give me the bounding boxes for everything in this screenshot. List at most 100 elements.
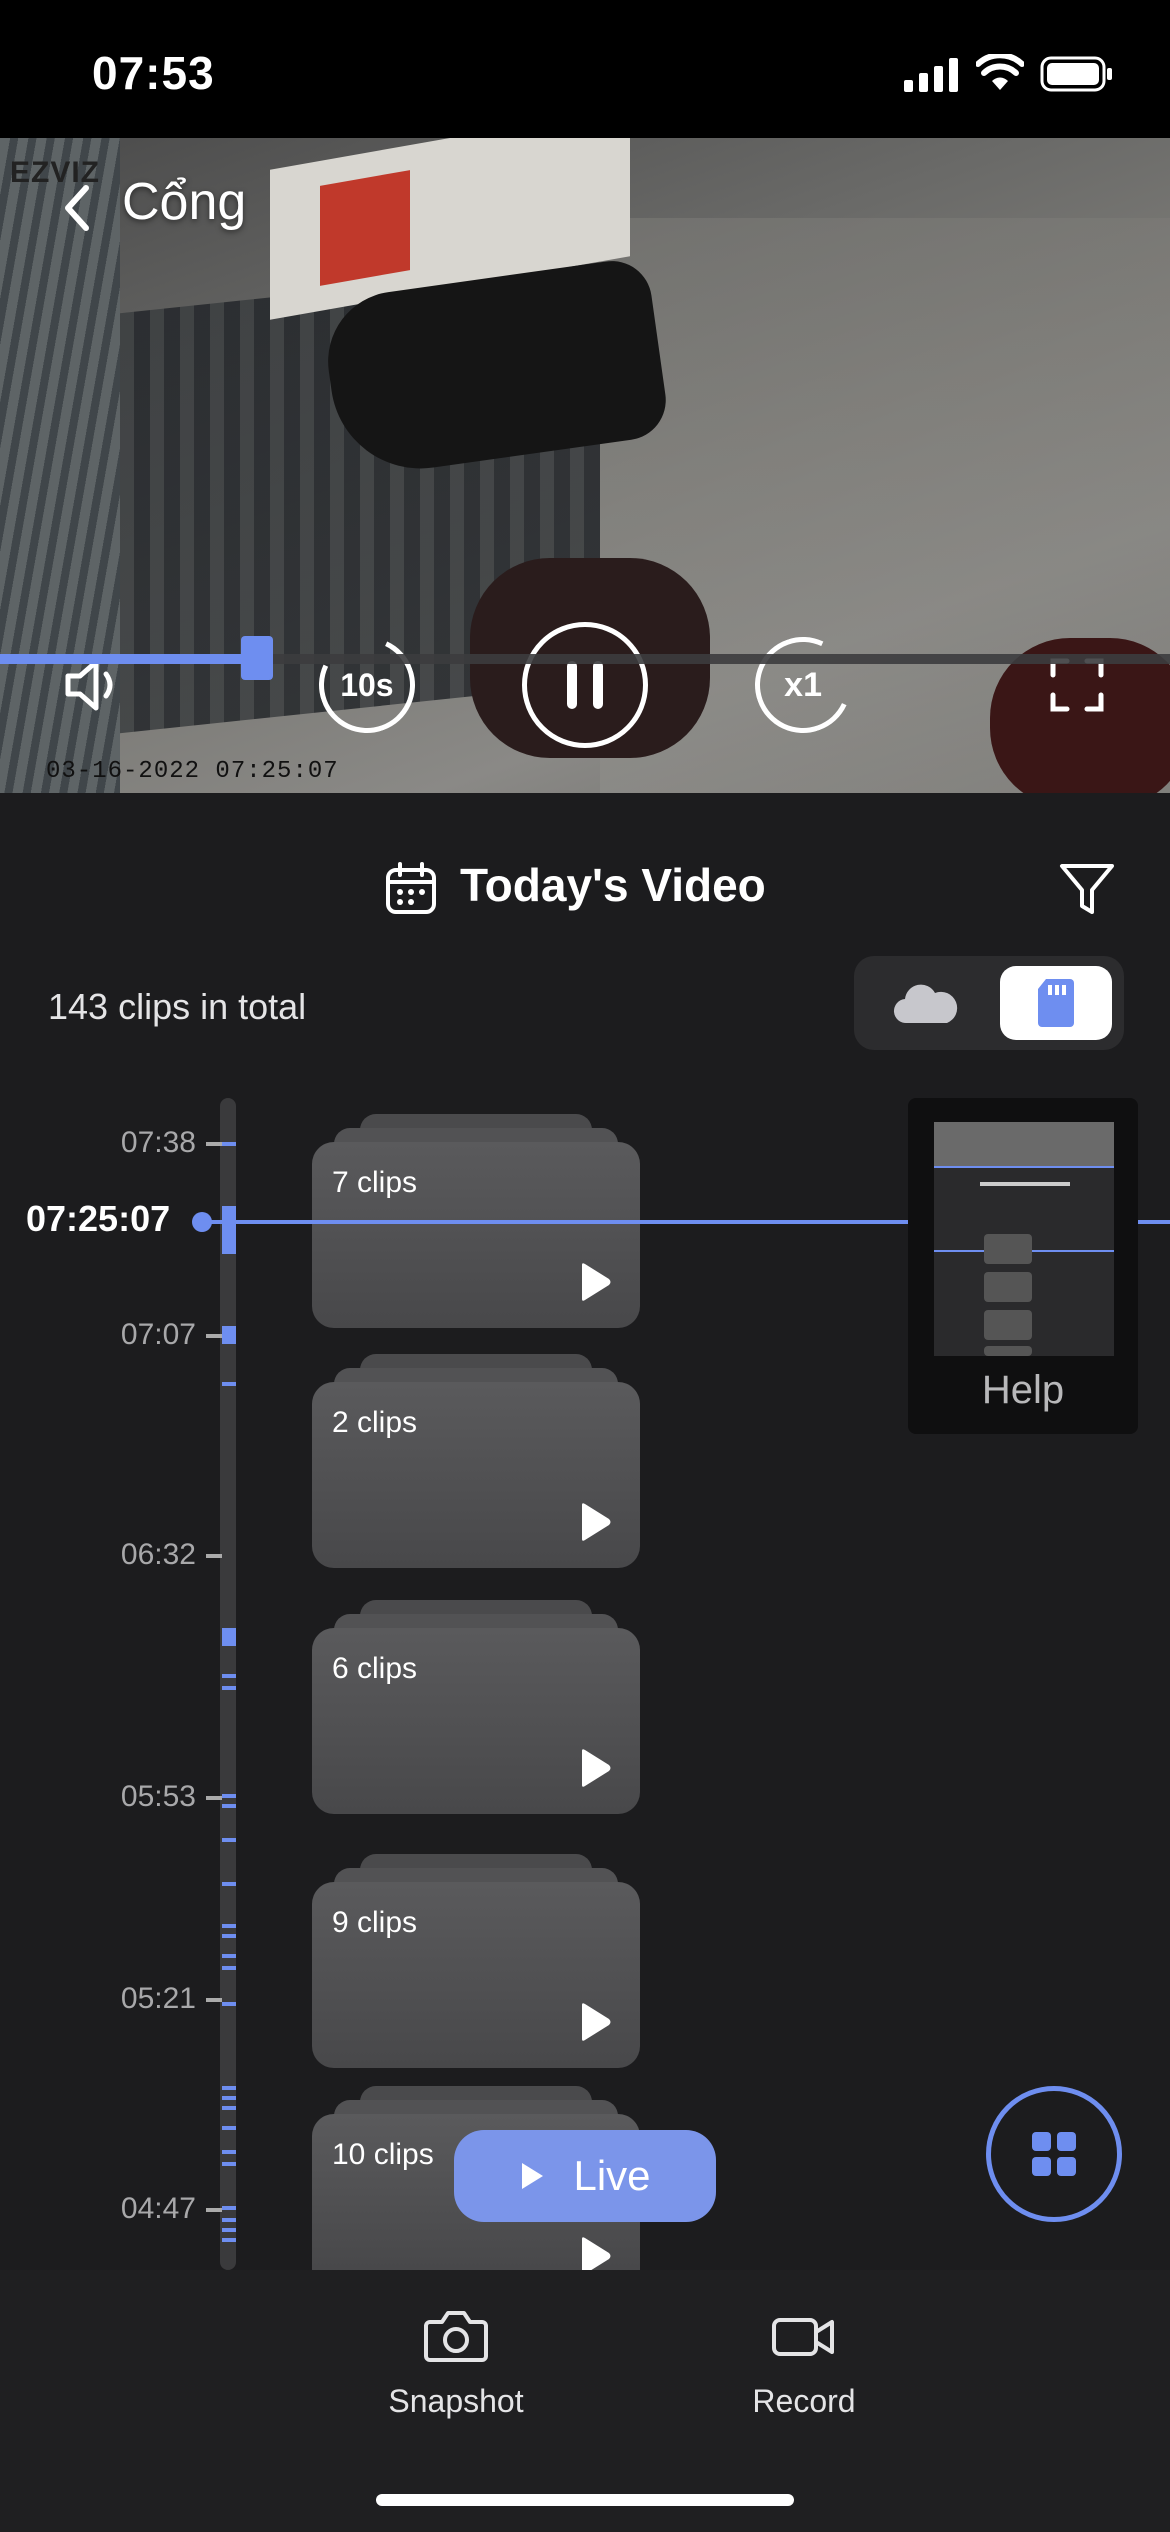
camera-icon bbox=[424, 2311, 488, 2362]
sd-card-icon bbox=[1038, 979, 1074, 1027]
fullscreen-button[interactable] bbox=[1012, 620, 1142, 750]
recording-mark bbox=[222, 2218, 236, 2222]
video-scene-sign-red bbox=[320, 170, 410, 286]
clip-count: 10 clips bbox=[332, 2138, 434, 2171]
current-time-label: 07:25:07 bbox=[26, 1198, 171, 1239]
signal-icon bbox=[904, 58, 958, 92]
snapshot-label: Snapshot bbox=[388, 2383, 524, 2419]
clip-group[interactable]: 9 clips bbox=[312, 1854, 640, 2092]
recording-mark bbox=[222, 2126, 236, 2130]
play-icon[interactable] bbox=[578, 1502, 612, 1542]
current-time-dot[interactable] bbox=[192, 1212, 212, 1232]
speed-button[interactable]: x1 bbox=[738, 620, 868, 750]
timeline-tick bbox=[206, 1554, 222, 1558]
recording-mark bbox=[222, 2096, 236, 2100]
rewind-icon: 10s bbox=[305, 623, 429, 747]
recording-block bbox=[222, 1326, 236, 1344]
back-icon[interactable] bbox=[52, 178, 102, 238]
clip-count: 2 clips bbox=[332, 1406, 418, 1439]
camera-name: Cổng bbox=[122, 173, 247, 231]
clip-count: 9 clips bbox=[332, 1906, 418, 1939]
clip-count: 6 clips bbox=[332, 1652, 418, 1685]
calendar-icon bbox=[386, 862, 436, 914]
recording-block bbox=[222, 1206, 236, 1254]
help-preview-video bbox=[934, 1122, 1114, 1166]
recording-block bbox=[222, 1628, 236, 1646]
play-icon[interactable] bbox=[578, 1262, 612, 1302]
clip-group[interactable]: 6 clips bbox=[312, 1600, 640, 1838]
recording-mark bbox=[222, 1804, 236, 1808]
recording-mark bbox=[222, 1382, 236, 1386]
grid-icon bbox=[1032, 2132, 1076, 2176]
recording-mark bbox=[222, 1924, 236, 1928]
video-player[interactable]: EZVIZ Cổng 10s x1 03-16-2022 07:25:07 bbox=[0, 138, 1170, 793]
fullscreen-icon bbox=[1050, 658, 1104, 712]
snapshot-button[interactable]: Snapshot bbox=[356, 2308, 556, 2420]
timeline-tick bbox=[206, 1796, 222, 1800]
help-preview-card bbox=[984, 1346, 1032, 1356]
timeline-tick bbox=[206, 1334, 222, 1338]
bottom-toolbar bbox=[0, 2270, 1170, 2532]
recording-mark bbox=[222, 1142, 236, 1146]
grid-view-button[interactable] bbox=[986, 2086, 1122, 2222]
recording-mark bbox=[222, 1934, 236, 1938]
pause-icon bbox=[567, 661, 603, 709]
live-button[interactable]: Live bbox=[454, 2130, 716, 2222]
rewind-10s-button[interactable]: 10s bbox=[302, 620, 432, 750]
clip-card[interactable]: 2 clips bbox=[312, 1382, 640, 1568]
page-title: Today's Video bbox=[460, 859, 766, 911]
help-preview-title bbox=[980, 1182, 1070, 1186]
speed-label: x1 bbox=[784, 665, 822, 704]
play-icon[interactable] bbox=[578, 1748, 612, 1788]
wifi-icon bbox=[976, 54, 1024, 90]
timeline-label: 06:32 bbox=[120, 1538, 196, 1571]
recording-mark bbox=[222, 1674, 236, 1678]
clip-group[interactable]: 2 clips bbox=[312, 1354, 640, 1592]
record-label: Record bbox=[752, 2383, 856, 2419]
help-preview-image bbox=[934, 1122, 1114, 1356]
recording-mark bbox=[222, 1966, 236, 1970]
recording-mark bbox=[222, 2002, 236, 2006]
record-button[interactable]: Record bbox=[704, 2308, 904, 2420]
help-preview-card bbox=[984, 1310, 1032, 1340]
timeline-tick bbox=[206, 1998, 222, 2002]
timeline-tick bbox=[206, 1142, 222, 1146]
recording-mark bbox=[222, 2238, 236, 2242]
help-preview-card bbox=[984, 1272, 1032, 1302]
timeline-label: 07:38 bbox=[120, 1126, 196, 1159]
video-timestamp: 03-16-2022 07:25:07 bbox=[46, 758, 339, 785]
live-label: Live bbox=[573, 2152, 651, 2199]
help-preview-card bbox=[984, 1234, 1032, 1264]
play-icon bbox=[522, 2163, 544, 2189]
cloud-storage-tab[interactable] bbox=[866, 966, 986, 1040]
recording-mark bbox=[222, 2206, 236, 2210]
clip-card[interactable]: 7 clips bbox=[312, 1142, 640, 1328]
volume-button[interactable] bbox=[28, 620, 158, 750]
battery-icon bbox=[1040, 56, 1112, 92]
timeline-bar[interactable] bbox=[220, 1098, 236, 2270]
timeline-label: 05:21 bbox=[120, 1982, 196, 2015]
home-indicator[interactable] bbox=[376, 2494, 794, 2506]
clip-card[interactable]: 6 clips bbox=[312, 1628, 640, 1814]
sd-card-tab[interactable] bbox=[1000, 966, 1112, 1040]
recording-mark bbox=[222, 2150, 236, 2154]
clips-total: 143 clips in total bbox=[48, 986, 307, 1027]
recording-mark bbox=[222, 2106, 236, 2110]
recording-mark bbox=[222, 1838, 236, 1842]
app-screen: 07:53 EZVIZ Cổng 10s x1 03-16-2022 07:25… bbox=[0, 0, 1170, 2532]
pause-button[interactable] bbox=[522, 622, 648, 748]
help-label: Help bbox=[981, 1368, 1065, 1412]
timeline-label: 05:53 bbox=[120, 1780, 196, 1813]
recording-mark bbox=[222, 1882, 236, 1886]
recording-mark bbox=[222, 1686, 236, 1690]
timeline-label: 07:07 bbox=[120, 1318, 196, 1351]
recording-mark bbox=[222, 1794, 236, 1798]
clip-group[interactable]: 7 clips bbox=[312, 1114, 640, 1352]
progress-thumb[interactable] bbox=[241, 636, 274, 680]
cloud-icon bbox=[893, 984, 958, 1024]
play-icon[interactable] bbox=[578, 2002, 612, 2042]
clip-card[interactable]: 9 clips bbox=[312, 1882, 640, 2068]
help-preview-progress bbox=[934, 1166, 1114, 1168]
filter-icon[interactable] bbox=[1058, 860, 1116, 920]
progress-fill bbox=[0, 654, 258, 664]
